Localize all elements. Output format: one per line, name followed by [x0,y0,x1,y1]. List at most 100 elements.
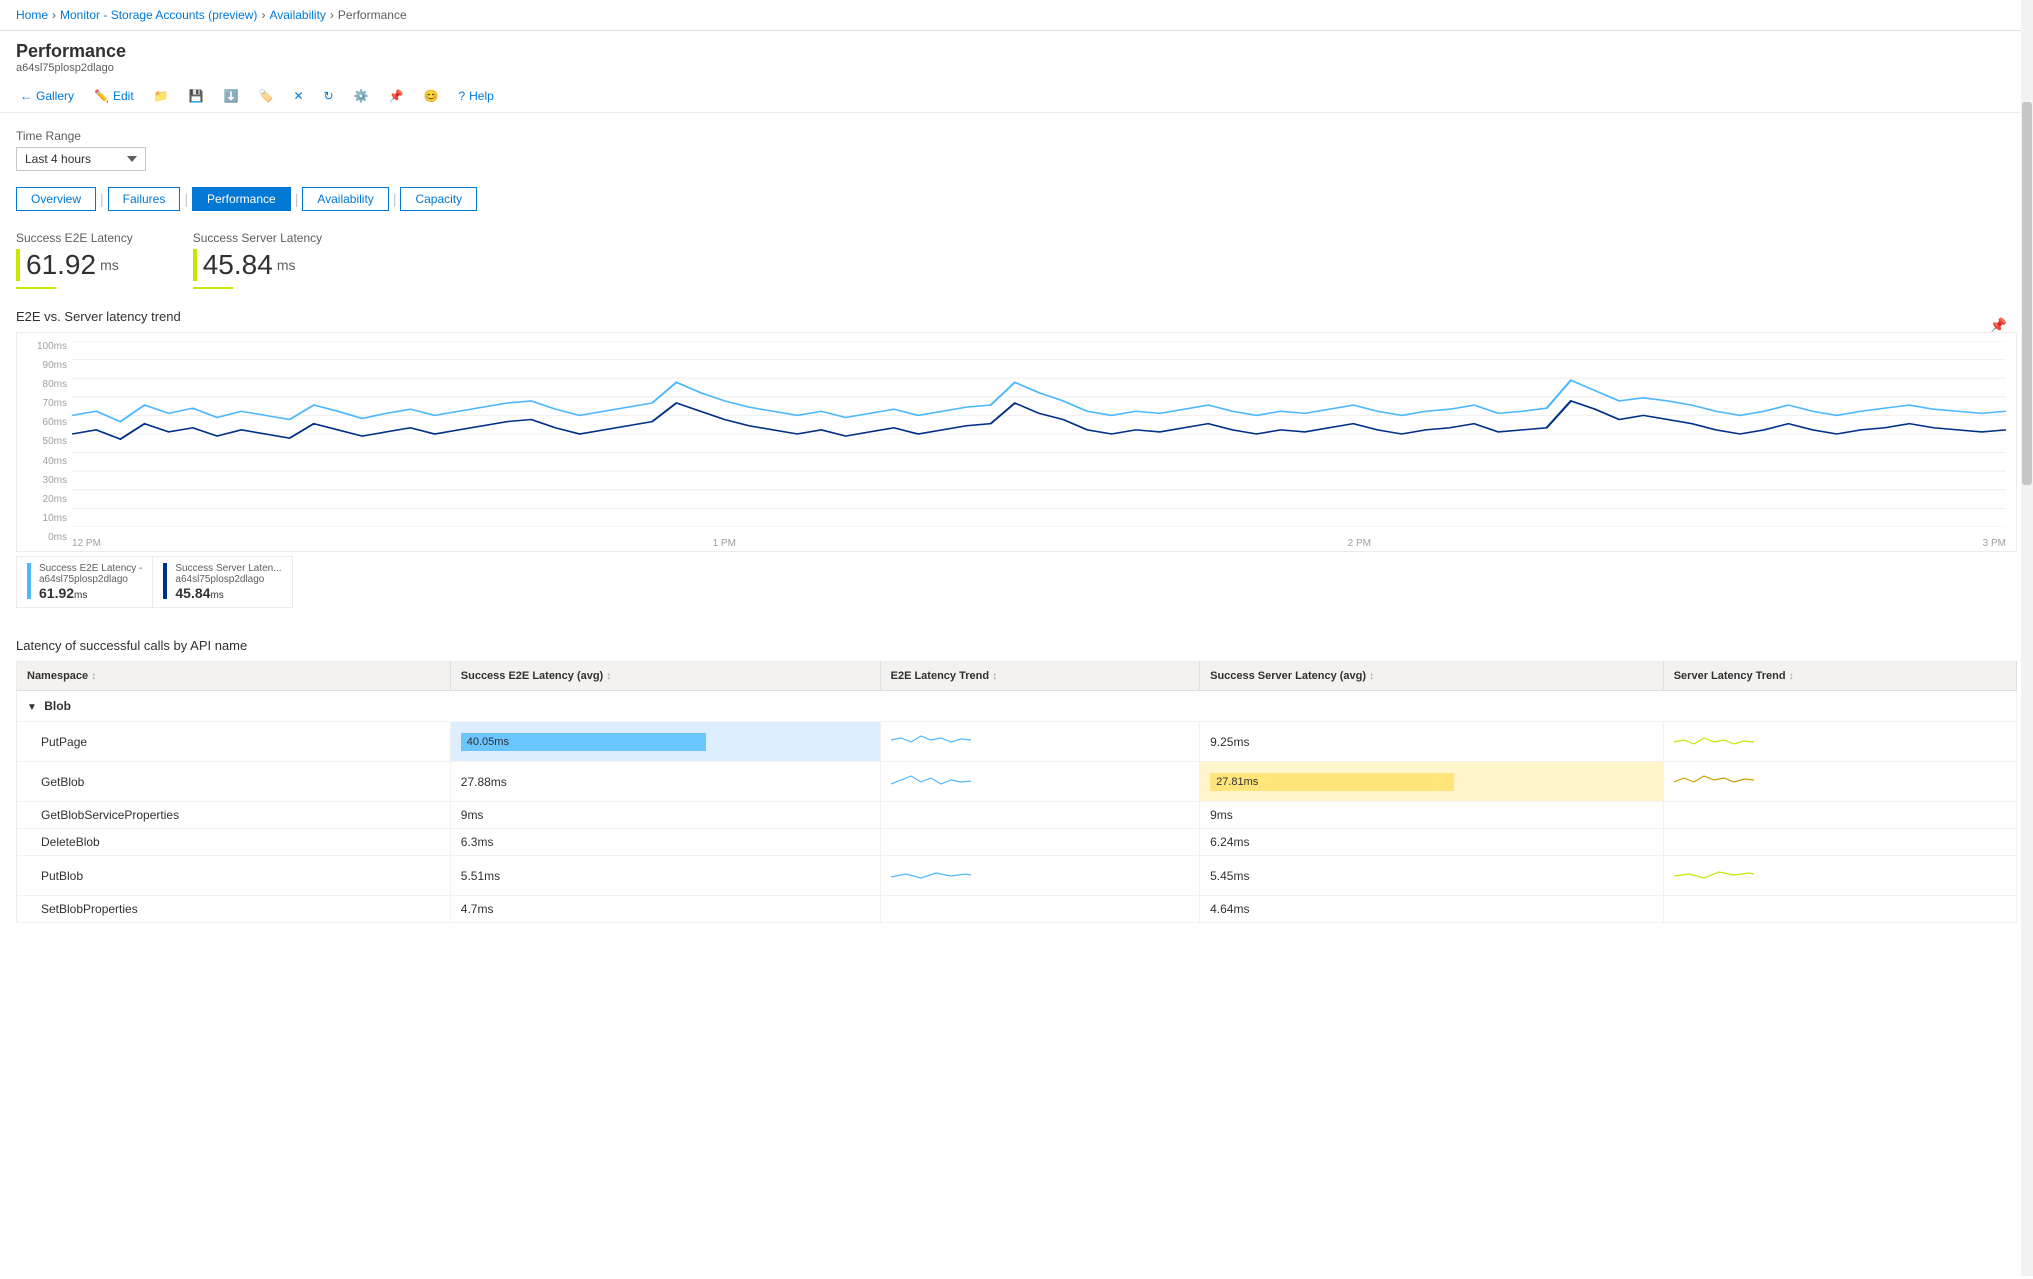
y-label-40: 40ms [19,456,67,467]
metrics-row: Success E2E Latency 61.92 ms Success Ser… [16,231,2017,289]
metric-e2e-value: 61.92 [26,249,96,281]
col-e2e-trend: E2E Latency Trend ↕ [880,662,1200,691]
chart-section: E2E vs. Server latency trend 📌 100ms 90m… [16,309,2017,608]
scrollbar-thumb[interactable] [2022,102,2032,485]
table-row: GetBlob 27.88ms 27.81ms [17,762,2017,802]
server-sparkline [1674,768,1754,792]
x-label-3pm: 3 PM [1983,538,2006,549]
pin-button[interactable]: 📌 [385,86,408,106]
scrollbar[interactable] [2021,0,2033,1276]
cell-namespace: SetBlobProperties [17,896,451,923]
chart-title: E2E vs. Server latency trend [16,309,2017,324]
metric-server-value: 45.84 [203,249,273,281]
y-label-10: 10ms [19,513,67,524]
folder-button[interactable]: 📁 [150,86,173,106]
download-icon: ⬇️ [224,89,239,103]
cell-e2e-trend [880,856,1200,896]
help-button[interactable]: ? Help [454,86,497,106]
time-range-select[interactable]: Last 4 hours Last 1 hour Last 12 hours L… [16,147,146,171]
breadcrumb: Home › Monitor - Storage Accounts (previ… [0,0,2033,31]
table-row: PutBlob 5.51ms 5.45ms [17,856,2017,896]
folder-icon: 📁 [154,89,169,103]
y-label-20: 20ms [19,494,67,505]
cell-e2e-latency: 40.05ms [450,722,880,762]
tag-icon: 🏷️ [259,89,274,103]
cell-server-trend [1663,856,2016,896]
metric-server-bar [193,249,197,281]
breadcrumb-current: Performance [338,8,407,22]
cell-namespace: PutBlob [17,856,451,896]
cell-e2e-trend [880,802,1200,829]
cell-server-latency: 4.64ms [1200,896,1664,923]
tab-capacity[interactable]: Capacity [400,187,477,211]
col-server-trend: Server Latency Trend ↕ [1663,662,2016,691]
time-range-section: Time Range Last 4 hours Last 1 hour Last… [16,129,2017,171]
cell-namespace: GetBlobServiceProperties [17,802,451,829]
metric-e2e-unit: ms [100,257,119,273]
legend-server-value: 45.84ms [175,585,281,601]
table-row: SetBlobProperties 4.7ms 4.64ms [17,896,2017,923]
cell-server-trend [1663,722,2016,762]
close-x-button[interactable]: ✕ [289,86,307,106]
cell-e2e-latency: 27.88ms [450,762,880,802]
server-sparkline [1674,862,1754,886]
tab-failures[interactable]: Failures [108,187,181,211]
legend-e2e-label: Success E2E Latency - [39,563,142,574]
legend-e2e-sublabel: a64sl75plosp2dlago [39,574,142,585]
y-label-90: 90ms [19,360,67,371]
main-content: Time Range Last 4 hours Last 1 hour Last… [0,113,2033,1279]
metric-e2e-bar [16,249,20,281]
tab-performance[interactable]: Performance [192,187,291,211]
group-blob-label: Blob [44,699,71,713]
chart-svg [72,341,2006,527]
nav-tabs: Overview | Failures | Performance | Avai… [16,187,2017,211]
metric-server-label: Success Server Latency [193,231,322,245]
legend-e2e: Success E2E Latency - a64sl75plosp2dlago… [16,556,153,608]
y-label-70: 70ms [19,398,67,409]
x-label-1pm: 1 PM [713,538,736,549]
toolbar: ← Gallery ✏️ Edit 📁 💾 ⬇️ 🏷️ ✕ ↻ ⚙️ 📌 😊 ?… [0,80,2033,113]
pin-icon: 📌 [389,89,404,103]
col-server-latency: Success Server Latency (avg) ↕ [1200,662,1664,691]
download-button[interactable]: ⬇️ [220,86,243,106]
cell-e2e-latency: 6.3ms [450,829,880,856]
table-row: GetBlobServiceProperties 9ms 9ms [17,802,2017,829]
breadcrumb-monitor[interactable]: Monitor - Storage Accounts (preview) [60,8,257,22]
save-icon: 💾 [189,89,204,103]
save-button[interactable]: 💾 [185,86,208,106]
page-subtitle: a64sl75plosp2dlago [16,62,2017,74]
gallery-button[interactable]: ← Gallery [16,86,78,106]
refresh-button[interactable]: ↻ [320,86,338,106]
metric-server-unit: ms [277,257,296,273]
breadcrumb-home[interactable]: Home [16,8,48,22]
y-label-100: 100ms [19,341,67,352]
server-line [72,401,2006,439]
cell-e2e-latency: 5.51ms [450,856,880,896]
x-icon: ✕ [293,89,303,103]
cell-server-latency: 9.25ms [1200,722,1664,762]
settings-button[interactable]: ⚙️ [350,86,373,106]
emoji-button[interactable]: 😊 [420,86,443,106]
cell-namespace: GetBlob [17,762,451,802]
cell-server-latency: 9ms [1200,802,1664,829]
breadcrumb-availability[interactable]: Availability [269,8,325,22]
col-namespace: Namespace ↕ [17,662,451,691]
cell-server-trend [1663,802,2016,829]
legend-e2e-bar [27,563,31,599]
expand-icon: ▼ [27,702,37,713]
table-row: PutPage 40.05ms 9.25ms [17,722,2017,762]
edit-button[interactable]: ✏️ Edit [90,86,138,106]
tab-availability[interactable]: Availability [302,187,388,211]
e2e-sparkline [891,728,971,752]
cell-server-trend [1663,896,2016,923]
tab-overview[interactable]: Overview [16,187,96,211]
metric-e2e-label: Success E2E Latency [16,231,133,245]
latency-table: Namespace ↕ Success E2E Latency (avg) ↕ … [16,661,2017,923]
cell-server-latency: 6.24ms [1200,829,1664,856]
metric-server-latency: Success Server Latency 45.84 ms [193,231,322,289]
time-range-label: Time Range [16,129,2017,143]
tag-button[interactable]: 🏷️ [255,86,278,106]
cell-namespace: PutPage [17,722,451,762]
cell-e2e-latency: 4.7ms [450,896,880,923]
cell-e2e-trend [880,896,1200,923]
